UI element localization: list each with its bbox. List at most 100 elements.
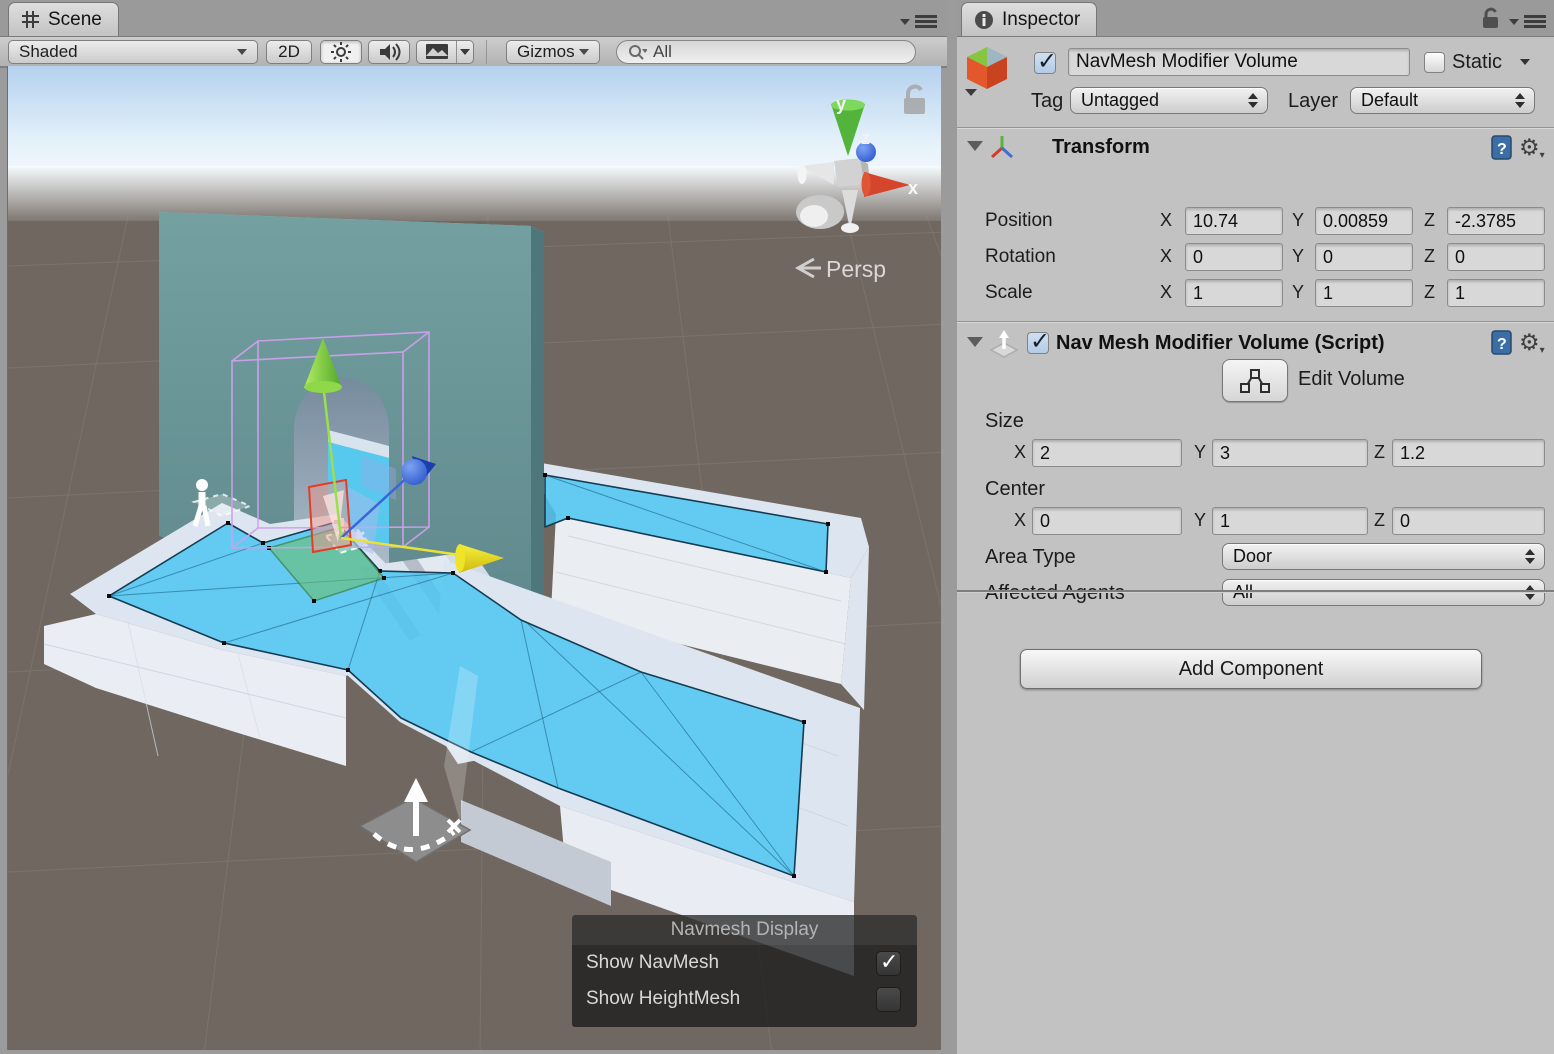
chevron-down-icon [237,49,247,55]
help-icon[interactable]: ? [1490,134,1514,160]
tab-inspector[interactable]: Inspector [961,2,1097,36]
updown-arrows-icon [1248,93,1258,108]
search-input[interactable] [651,41,875,63]
tag-dropdown[interactable]: Untagged [1070,87,1268,114]
help-icon[interactable]: ? [1490,329,1514,355]
affected-agents-dropdown[interactable]: All [1222,579,1545,606]
edit-volume-label: Edit Volume [1298,368,1405,391]
section-separator [957,321,1554,322]
show-navmesh-label: Show NavMesh [586,952,876,974]
inspector-body: Static Tag Untagged Layer Default Transf… [957,37,1554,1054]
scale-z-field[interactable] [1447,279,1545,307]
size-label: Size [985,410,1024,433]
sun-icon [330,41,352,63]
axis-y: Y [1292,246,1304,267]
axis-z: Z [1424,246,1435,267]
scale-y-field[interactable] [1315,279,1413,307]
show-navmesh-row: Show NavMesh [572,945,917,981]
static-dropdown-caret[interactable] [1520,59,1530,65]
center-x-field[interactable] [1032,507,1182,535]
axis-x: X [1160,282,1172,303]
tab-scene[interactable]: Scene [8,2,119,36]
section-separator [957,127,1554,128]
center-z-field[interactable] [1392,507,1545,535]
scene-menu-caret-icon [900,19,910,25]
inspector-panel-menu[interactable] [1509,13,1546,30]
scene-search-field[interactable] [616,40,916,64]
rotation-y-field[interactable] [1315,243,1413,271]
add-component-label: Add Component [1179,658,1324,681]
unity-editor-window: Scene Shaded 2D [0,0,1554,1054]
position-z-field[interactable] [1447,207,1545,235]
lock-icon[interactable] [1480,7,1502,29]
rotation-label: Rotation [985,246,1056,268]
scale-x-field[interactable] [1185,279,1283,307]
position-x-field[interactable] [1185,207,1283,235]
scale-label: Scale [985,282,1033,304]
rotation-x-field[interactable] [1185,243,1283,271]
axis-y: Y [1194,510,1206,531]
gear-icon[interactable]: ⚙▾ [1519,329,1545,356]
gear-icon[interactable]: ⚙▾ [1519,134,1545,161]
area-type-value: Door [1233,546,1272,566]
add-component-button[interactable]: Add Component [1020,649,1482,689]
tag-label: Tag [1031,90,1063,113]
speaker-icon [377,42,401,62]
static-checkbox[interactable] [1424,52,1445,73]
chevron-down-icon [460,49,470,55]
scene-viewport[interactable]: y z x Persp Navmesh Display [7,66,941,1050]
axis-x: X [1160,246,1172,267]
transform-foldout[interactable] [967,141,983,151]
layer-dropdown[interactable]: Default [1350,87,1535,114]
axis-x: X [1014,510,1026,531]
affected-agents-value: All [1233,582,1253,602]
modifier-title: Nav Mesh Modifier Volume (Script) [1056,332,1385,355]
gameobject-active-checkbox[interactable] [1034,52,1056,74]
gameobject-name-field[interactable] [1068,48,1410,76]
component-separator [957,590,1554,592]
show-heightmesh-checkbox[interactable] [876,987,901,1012]
image-effects-icon [417,41,456,63]
center-y-field[interactable] [1212,507,1368,535]
size-x-field[interactable] [1032,439,1182,467]
scene-menu-hamburger-icon [915,13,937,30]
center-label: Center [985,478,1045,501]
scene-grid-icon [21,10,40,29]
updown-arrows-icon [1525,549,1535,564]
show-heightmesh-row: Show HeightMesh [572,981,917,1017]
edit-volume-button[interactable] [1222,359,1288,402]
updown-arrows-icon [1525,585,1535,600]
inspector-tabstrip: Inspector [957,0,1554,37]
orientation-cube[interactable] [834,158,864,187]
modifier-foldout[interactable] [967,337,983,347]
size-y-field[interactable] [1212,439,1368,467]
axis-z: Z [1424,210,1435,231]
updown-arrows-icon [1515,93,1525,108]
modifier-enabled-checkbox[interactable] [1027,332,1049,354]
navmesh-display-title: Navmesh Display [572,915,917,945]
tag-value: Untagged [1081,90,1159,110]
axis-y: Y [1292,282,1304,303]
toolbar-separator [486,40,487,64]
shading-mode-dropdown[interactable]: Shaded [8,40,258,64]
gizmos-dropdown[interactable]: Gizmos [506,40,600,64]
scene-audio-toggle[interactable] [368,40,410,64]
edit-volume-icon [1240,368,1270,394]
gameobject-cube-icon[interactable] [963,45,1013,97]
2d-toggle-button[interactable]: 2D [266,40,312,64]
size-z-field[interactable] [1392,439,1545,467]
transform-title: Transform [1052,136,1150,159]
svg-text:?: ? [1497,141,1507,158]
scene-effects-dropdown[interactable] [416,40,474,64]
axis-y: Y [1292,210,1304,231]
scene-lighting-toggle[interactable] [320,40,362,64]
position-y-field[interactable] [1315,207,1413,235]
2d-label: 2D [278,42,300,62]
position-label: Position [985,210,1053,232]
rotation-z-field[interactable] [1447,243,1545,271]
gizmo-z-handle[interactable] [401,459,427,485]
scene-panel-menu[interactable] [900,13,937,30]
area-type-dropdown[interactable]: Door [1222,543,1545,570]
show-navmesh-checkbox[interactable] [876,951,901,976]
static-label: Static [1452,51,1502,74]
